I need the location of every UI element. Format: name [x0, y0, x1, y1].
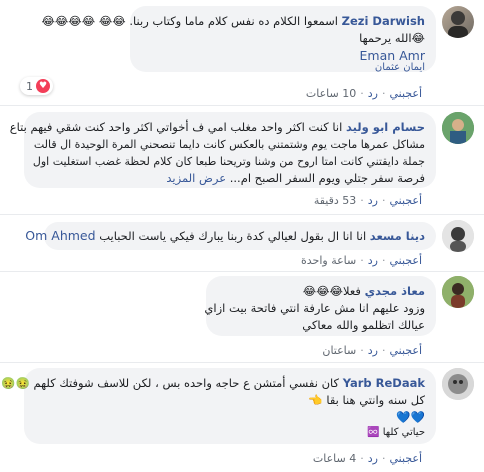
comment-bubble: Zezi Darwish اسمعوا الكلام ده نفس كلام م… — [41, 6, 436, 74]
comment-bubble: Yarb ReDaak كان نفسي أمتشن ع حاجه واحده … — [1, 368, 436, 444]
divider — [0, 362, 484, 363]
comment-actions: أعجبني·رد·4 ساعات — [312, 452, 422, 465]
avatar[interactable] — [442, 112, 474, 144]
avatar[interactable] — [442, 220, 474, 252]
comment-actions: أعجبني·رد·53 دقيقة — [313, 194, 422, 207]
comment-text: وزود عليهم انا مش عارفة انتي فاتحة بيت ا… — [204, 301, 425, 315]
comment-bubble: دينا مسعد انا انا ال بقول لعيالي كدة ربن… — [25, 222, 436, 250]
divider — [0, 271, 484, 272]
comment-text: فعلا😂😂😂 — [302, 284, 361, 298]
comment-author[interactable]: حسام ابو وليد — [346, 120, 425, 134]
comment-bubble: معاذ مجدي فعلا😂😂😂 وزود عليهم انا مش عارف… — [204, 276, 436, 336]
comment-actions: أعجبني·رد·ساعة واحدة — [301, 254, 422, 267]
avatar-photo — [442, 112, 474, 144]
mention-link[interactable]: ايمان عثمان — [142, 62, 425, 74]
reply-link[interactable]: رد — [368, 452, 378, 465]
comment-text: عيالك اتظلمو والله معاكي — [302, 318, 425, 332]
divider — [0, 214, 484, 215]
avatar[interactable] — [442, 368, 474, 400]
divider — [0, 105, 484, 106]
reply-link[interactable]: رد — [368, 194, 378, 207]
comment-text: مشاكل عمرها ماجت يوم وشتمتني بالعكس كانت… — [33, 138, 425, 151]
like-link[interactable]: أعجبني — [389, 194, 422, 207]
like-link[interactable]: أعجبني — [389, 344, 422, 357]
comment-author[interactable]: Zezi Darwish — [342, 14, 425, 28]
comment-text: حياتي كلها ♾️ — [367, 427, 425, 438]
like-link[interactable]: أعجبني — [389, 87, 422, 100]
comment-time[interactable]: 10 ساعات — [306, 87, 356, 100]
comment-text: جملة دايقتني كانت امتا اروح من وشنا وتري… — [32, 155, 425, 168]
reply-link[interactable]: رد — [368, 87, 378, 100]
comment-time[interactable]: 53 دقيقة — [314, 194, 356, 207]
comment-text: كان نفسي أمتشن ع حاجه واحده بس ، لكن للا… — [1, 376, 340, 390]
comment-text: فرصة سفر جتلي ويوم السفر الصبح ام... — [229, 171, 425, 185]
avatar[interactable] — [442, 276, 474, 308]
heart-icon: ♥ — [36, 79, 50, 93]
reaction-count[interactable]: 1 ♥ — [20, 77, 53, 95]
avatar-photo — [442, 368, 474, 400]
comment-text: كل سنه وانتي هنا بقا 👈 — [308, 393, 425, 407]
like-link[interactable]: أعجبني — [389, 452, 422, 465]
comment-author[interactable]: Yarb ReDaak — [343, 376, 425, 390]
comment-time[interactable]: 4 ساعات — [313, 452, 356, 465]
like-link[interactable]: أعجبني — [389, 254, 422, 267]
comment-text: انا انا ال بقول لعيالي كدة ربنا يبارك في… — [99, 229, 367, 243]
reply-link[interactable]: رد — [368, 254, 378, 267]
avatar[interactable] — [442, 6, 474, 38]
avatar-photo — [442, 220, 474, 252]
comment-text: 😂الله يرحمها — [359, 31, 425, 45]
comment-author[interactable]: معاذ مجدي — [365, 284, 425, 298]
avatar-photo — [442, 276, 474, 308]
comment-text: 💙💙 — [396, 410, 425, 424]
mention-link[interactable]: Om Ahmed — [25, 228, 95, 243]
comment-text: اسمعوا الكلام ده نفس كلام ماما وكتاب ربن… — [41, 14, 338, 28]
comment-time[interactable]: ساعة واحدة — [301, 254, 356, 267]
comment-actions: أعجبني·رد·ساعتان — [322, 344, 422, 357]
comment-text: انا كنت اكثر واحد مغلب امي ف أخواتي اكثر… — [9, 120, 343, 134]
reply-link[interactable]: رد — [368, 344, 378, 357]
avatar-photo — [448, 11, 468, 38]
comment-bubble: حسام ابو وليد انا كنت اكثر واحد مغلب امي… — [10, 112, 436, 188]
see-more-link[interactable]: عرض المزيد — [166, 171, 226, 185]
comment-actions: أعجبني·رد·10 ساعات — [305, 87, 422, 100]
comment-author[interactable]: دينا مسعد — [370, 229, 425, 243]
comment-time[interactable]: ساعتان — [322, 344, 356, 357]
